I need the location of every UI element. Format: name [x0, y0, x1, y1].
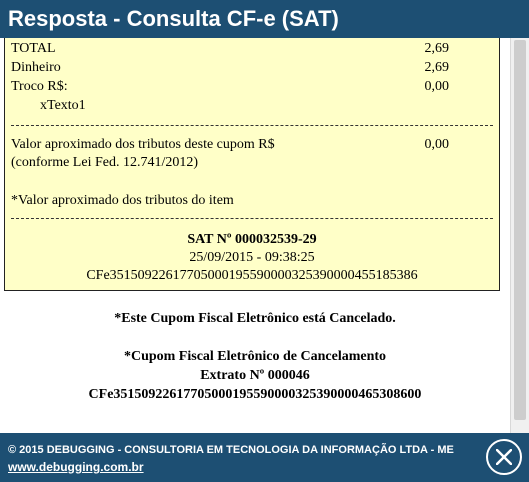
tax-row: Valor aproximado dos tributos deste cupo…	[11, 136, 449, 153]
vertical-scrollbar[interactable]	[510, 38, 529, 433]
cash-value: 2,69	[424, 60, 450, 75]
website-link[interactable]: www.debugging.com.br	[8, 460, 144, 474]
cancel-key: CFe3515092261770500019559000032539000046…	[88, 387, 422, 402]
datetime: 25/09/2015 - 09:38:25	[189, 250, 315, 265]
tax-label: Valor aproximado dos tributos deste cupo…	[11, 137, 275, 152]
cancellation-notes: *Este Cupom Fiscal Eletrônico está Cance…	[0, 309, 510, 404]
tax-law-text: (conforme Lei Fed. 12.741/2012)	[11, 155, 199, 170]
close-button[interactable]	[486, 439, 522, 475]
item-tax-row: *Valor aproximado dos tributos do item	[11, 192, 449, 209]
cancel-extract: Extrato Nº 000046	[200, 368, 310, 383]
footer: © 2015 DEBUGGING - CONSULTORIA EM TECNOL…	[0, 433, 529, 482]
copyright-text: © 2015 DEBUGGING - CONSULTORIA EM TECNOL…	[8, 444, 454, 456]
extra-text-row: xTexto1	[11, 97, 449, 114]
cash-label: Dinheiro	[11, 60, 61, 75]
receipt-panel: TOTAL 2,69 Dinheiro 2,69 Troco R$: 0,00 …	[4, 38, 500, 291]
scrollbar-thumb[interactable]	[514, 40, 526, 420]
tax-value: 0,00	[424, 137, 450, 152]
cancel-title: *Cupom Fiscal Eletrônico de Cancelamento	[123, 349, 387, 364]
cash-row: Dinheiro 2,69	[11, 59, 449, 76]
change-value: 0,00	[424, 79, 450, 94]
sat-number: SAT Nº 000032539-29	[187, 232, 317, 247]
total-row: TOTAL 2,69	[11, 40, 449, 57]
window-title: Resposta - Consulta CF-e (SAT)	[0, 0, 529, 38]
separator	[11, 218, 493, 219]
content-area[interactable]: TOTAL 2,69 Dinheiro 2,69 Troco R$: 0,00 …	[0, 38, 510, 433]
item-tax-note: *Valor aproximado dos tributos do item	[11, 193, 234, 208]
total-value: 2,69	[424, 41, 450, 56]
close-icon	[496, 449, 512, 465]
tax-law-row: (conforme Lei Fed. 12.741/2012)	[11, 154, 449, 171]
separator	[11, 125, 493, 126]
cancelled-notice: *Este Cupom Fiscal Eletrônico está Cance…	[114, 311, 396, 326]
access-key: CFe3515092261770500019559000032539000045…	[86, 268, 418, 283]
total-label: TOTAL	[11, 41, 56, 56]
change-label: Troco R$:	[11, 79, 68, 94]
change-row: Troco R$: 0,00	[11, 78, 449, 95]
extra-text: xTexto1	[40, 98, 86, 113]
